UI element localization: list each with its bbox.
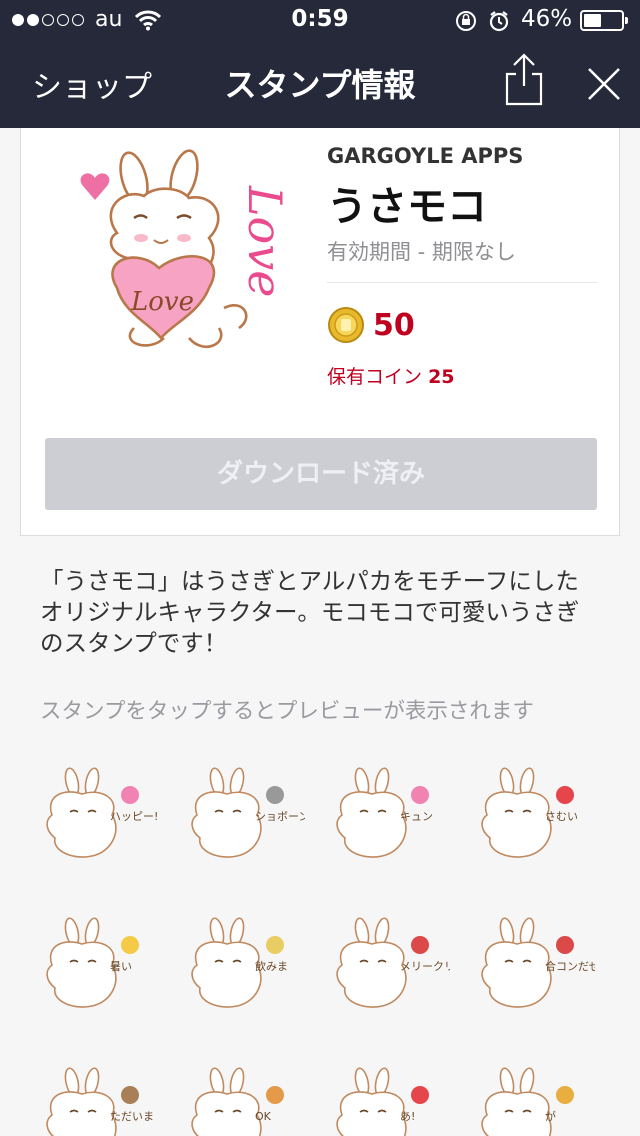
sticker-surprise[interactable]: あ! — [320, 1060, 450, 1136]
top-bar: au 0:59 46% ショップ スタンプ情報 — [0, 0, 640, 128]
battery-percent: 46% — [521, 6, 573, 32]
sticker-name: うさモコ — [327, 184, 487, 230]
preview-hint: スタンプをタップするとプレビューが表示されます — [40, 699, 534, 724]
sticker-party[interactable]: 合コンだぜ — [465, 910, 600, 1020]
status-bar: au 0:59 46% — [0, 0, 640, 40]
publisher-name[interactable]: GARGOYLE APPS — [327, 144, 523, 168]
main-sticker-image: Love Love — [69, 138, 319, 368]
love-side-text: Love — [238, 185, 292, 297]
owned-coins-value: 25 — [428, 366, 455, 388]
sticker-caption: が — [545, 1109, 556, 1123]
sticker-description: 「うさモコ」はうさぎとアルパカをモチーフにしたオリジナルキャラクター。モコモコで… — [40, 567, 580, 657]
download-button[interactable]: ダウンロード済み — [45, 438, 597, 510]
owned-coins: 保有コイン 25 — [327, 362, 455, 389]
sticker-shock[interactable]: が — [465, 1060, 595, 1136]
sticker-caption: 合コンだぜ — [545, 959, 595, 973]
sticker-home[interactable]: ただいま — [30, 1060, 160, 1136]
sticker-caption: ハッピー! — [110, 810, 158, 823]
sticker-ok[interactable]: OK — [175, 1060, 305, 1136]
sticker-caption: あ! — [400, 1110, 415, 1123]
sticker-cold[interactable]: さむい — [465, 760, 595, 870]
sticker-caption: メリークリスマス! — [400, 960, 450, 973]
sticker-info-card: Love Love GARGOYLE APPS うさモコ 有効期間 - 期限なし… — [20, 128, 620, 536]
sticker-christmas[interactable]: メリークリスマス! — [320, 910, 492, 1020]
sticker-price: 50 — [373, 308, 415, 343]
sticker-caption: ただいま — [110, 1110, 154, 1123]
alarm-icon — [489, 11, 509, 32]
rotation-lock-icon — [456, 11, 476, 31]
sticker-caption: 暑い — [110, 960, 132, 973]
sticker-love[interactable]: キュン — [320, 760, 450, 870]
share-icon[interactable] — [502, 52, 546, 112]
sticker-caption: OK — [255, 1110, 272, 1123]
sticker-happy[interactable]: ハッピー! — [30, 760, 160, 870]
sticker-caption: 飲みま — [255, 959, 288, 973]
sticker-sad[interactable]: ショボーン — [175, 760, 309, 870]
validity-period: 有効期間 - 期限なし — [327, 240, 516, 264]
battery-icon — [580, 10, 628, 31]
sticker-hot[interactable]: 暑い — [30, 910, 160, 1020]
close-icon[interactable] — [586, 66, 622, 106]
owned-coins-label: 保有コイン — [327, 366, 423, 388]
sticker-caption: さむい — [545, 810, 578, 823]
love-banner-text: Love — [130, 287, 194, 317]
sticker-caption: キュン — [400, 810, 433, 823]
sticker-drink[interactable]: 飲みま — [175, 910, 305, 1020]
coin-icon — [327, 306, 365, 348]
sticker-caption: ショボーン — [255, 810, 305, 823]
divider — [327, 282, 597, 283]
